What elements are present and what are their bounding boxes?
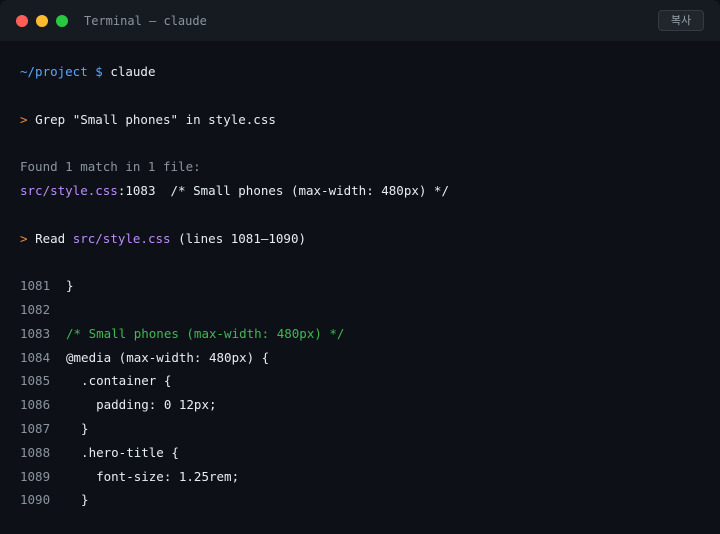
code-text: } [66, 492, 89, 507]
line-number: 1088 [20, 445, 51, 460]
minimize-window-button[interactable] [36, 15, 48, 27]
match-line: src/style.css:1083 /* Small phones (max-… [20, 179, 449, 203]
code-text: } [66, 421, 89, 436]
code-line: 1081} [20, 274, 74, 298]
code-line: 1083 /* Small phones (max-width: 480px) *… [20, 322, 344, 346]
code-line: 1085 .container { [20, 369, 171, 393]
command-text: claude [110, 64, 156, 79]
match-text: /* Small phones (max-width: 480px) */ [155, 183, 449, 198]
read-range: (lines 1081–1090) [170, 231, 307, 246]
window-title: Terminal — claude [84, 14, 207, 28]
tool-marker-icon: > [20, 112, 28, 127]
code-comment: /* Small phones (max-width: 480px) */ [66, 326, 345, 341]
prompt-line: ~/project $ claude [20, 60, 155, 84]
code-text: padding: 0 12px; [66, 397, 217, 412]
code-text: @media (max-width: 480px) { [66, 350, 270, 365]
code-line: 1088 .hero-title { [20, 441, 179, 465]
read-label: Read [35, 231, 73, 246]
tool-marker-icon: > [20, 231, 28, 246]
code-text: .container { [66, 373, 172, 388]
line-number: 1086 [20, 397, 51, 412]
line-number: 1089 [20, 469, 51, 484]
grep-line: > Grep "Small phones" in style.css [20, 108, 276, 132]
code-line: 1090 } [20, 488, 89, 512]
line-number: 1081 [20, 278, 51, 293]
close-window-button[interactable] [16, 15, 28, 27]
title-bar: Terminal — claude 복사 [0, 0, 720, 41]
grep-text: Grep "Small phones" in style.css [35, 112, 276, 127]
line-number: 1090 [20, 492, 51, 507]
terminal-window: Terminal — claude 복사 ~/project $ claude … [0, 0, 720, 534]
code-line: 1086 padding: 0 12px; [20, 393, 217, 417]
found-summary: Found 1 match in 1 file: [20, 159, 201, 174]
line-number: 1087 [20, 421, 51, 436]
match-file: src/style.css [20, 183, 118, 198]
line-number: 1083 [20, 326, 51, 341]
read-line: > Read src/style.css (lines 1081–1090) [20, 227, 306, 251]
code-line: 1082 [20, 298, 66, 322]
prompt-symbol: $ [95, 64, 103, 79]
line-number: 1085 [20, 373, 51, 388]
line-number: 1084 [20, 350, 51, 365]
code-text: .hero-title { [66, 445, 179, 460]
code-text: } [66, 278, 74, 293]
read-file: src/style.css [72, 231, 171, 246]
code-text: font-size: 1.25rem; [66, 469, 240, 484]
line-number: 1082 [20, 302, 51, 317]
maximize-window-button[interactable] [56, 15, 68, 27]
code-line: 1087 } [20, 417, 89, 441]
prompt-path: ~/project [20, 64, 88, 79]
match-line-number: :1083 [117, 183, 156, 198]
code-line: 1089 font-size: 1.25rem; [20, 465, 239, 489]
code-line: 1084 @media (max-width: 480px) { [20, 346, 269, 370]
copy-button[interactable]: 복사 [658, 10, 704, 31]
